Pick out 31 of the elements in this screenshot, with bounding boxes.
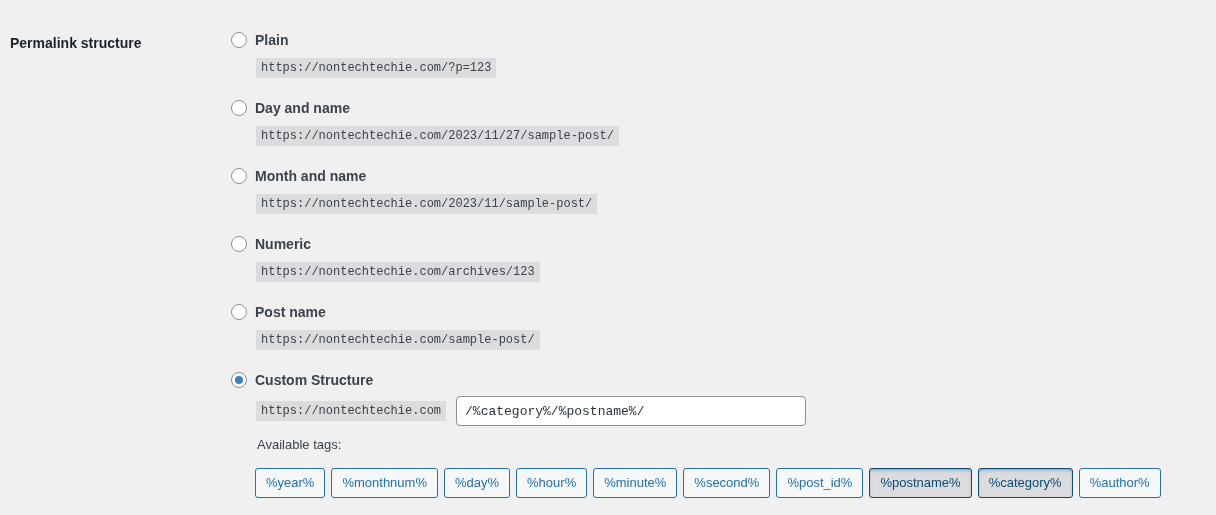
option-label: Plain [255, 30, 289, 50]
tag-button[interactable]: %postname% [869, 467, 972, 498]
example-url: https://nontechtechie.com/2023/11/sample-post/ [256, 194, 598, 214]
setting-label: Permalink structure [10, 35, 142, 51]
available-tags-label: Available tags: [257, 436, 342, 454]
option-label: Month and name [255, 166, 367, 186]
radio-button[interactable] [231, 304, 247, 320]
radio-button[interactable] [231, 236, 247, 252]
tag-button[interactable]: %second% [683, 467, 771, 498]
tag-button[interactable]: %monthnum% [331, 467, 438, 498]
option-label: Custom Structure [255, 370, 374, 390]
example-url: https://nontechtechie.com/2023/11/27/sample-post/ [256, 126, 619, 146]
example-url: https://nontechtechie.com/sample-post/ [256, 330, 540, 350]
custom-structure-field[interactable]: /%category%/%postname%/ [456, 396, 807, 426]
example-url: https://nontechtechie.com/?p=123 [256, 58, 497, 78]
option-label: Post name [255, 302, 326, 322]
tag-button[interactable]: %author% [1078, 467, 1161, 498]
tag-button[interactable]: %minute% [593, 467, 678, 498]
tag-button[interactable]: %hour% [516, 467, 588, 498]
example-url: https://nontechtechie.com/archives/123 [256, 262, 540, 282]
option-label: Numeric [255, 234, 312, 254]
radio-button[interactable] [231, 100, 247, 116]
tag-button[interactable]: %post_id% [776, 467, 864, 498]
radio-button[interactable] [231, 372, 247, 388]
tag-button[interactable]: %day% [443, 467, 511, 498]
radio-button[interactable] [231, 168, 247, 184]
tag-button[interactable]: %category% [977, 467, 1073, 498]
example-url: https://nontechtechie.com [256, 401, 447, 421]
tag-button[interactable]: %year% [255, 467, 326, 498]
option-label: Day and name [255, 98, 350, 118]
radio-button[interactable] [231, 32, 247, 48]
